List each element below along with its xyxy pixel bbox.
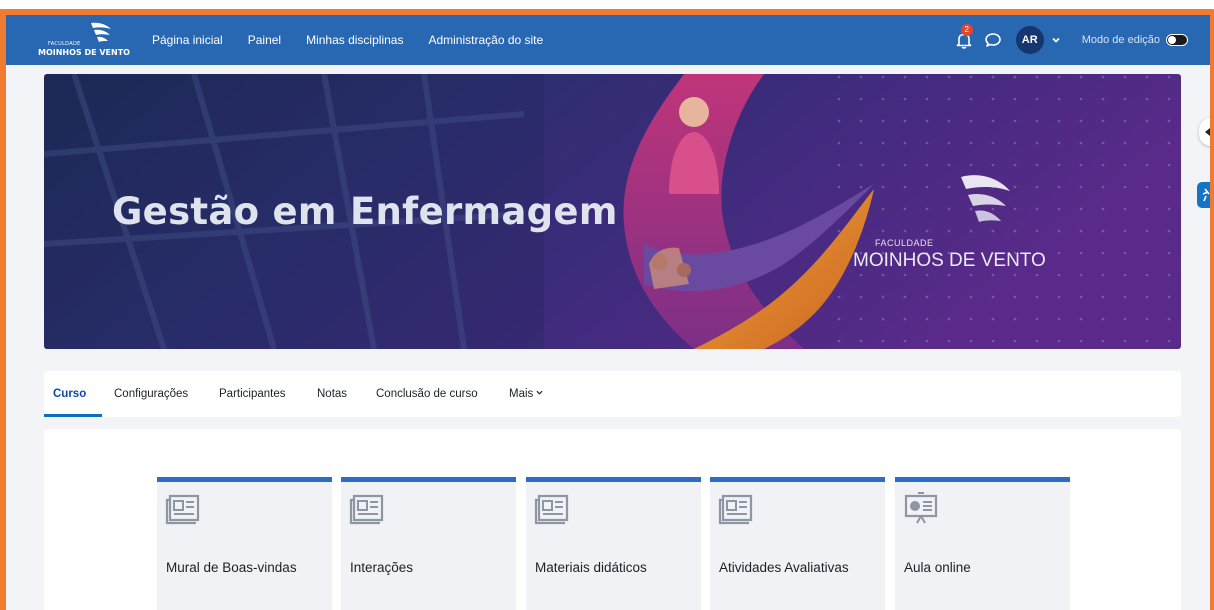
banner-logo-small: FACULDADE xyxy=(875,238,934,248)
forum-icon xyxy=(349,494,384,525)
accessibility-button[interactable] xyxy=(1197,182,1210,208)
banner-logo-name: MOINHOS DE VENTO xyxy=(853,250,1046,271)
drawer-toggle-button[interactable] xyxy=(1199,118,1210,146)
forum-icon xyxy=(718,494,753,525)
section-card-aula-online[interactable]: Aula online xyxy=(895,477,1070,610)
tab-curso[interactable]: Curso xyxy=(53,388,86,400)
site-logo[interactable]: FACULDADE MOINHOS DE VENTO xyxy=(36,17,146,63)
section-card-materiais[interactable]: Materiais didáticos xyxy=(526,477,701,610)
chevron-down-icon[interactable] xyxy=(1050,34,1062,46)
tab-mais-label: Mais xyxy=(509,388,534,400)
section-title: Interações xyxy=(350,560,414,575)
section-card-atividades[interactable]: Atividades Avaliativas xyxy=(710,477,885,610)
brand-small-text: FACULDADE xyxy=(48,41,81,47)
section-title: Atividades Avaliativas xyxy=(719,560,849,575)
forum-icon xyxy=(534,494,569,525)
edit-mode-toggle[interactable] xyxy=(1166,34,1188,46)
moodle-course-page: FACULDADE MOINHOS DE VENTO Página inicia… xyxy=(6,15,1210,610)
section-card-mural[interactable]: Mural de Boas-vindas xyxy=(157,477,332,610)
wing-logo-icon xyxy=(961,175,1010,222)
section-title: Aula online xyxy=(904,560,971,575)
course-title: Gestão em Enfermagem xyxy=(112,190,618,233)
tab-notas[interactable]: Notas xyxy=(317,388,347,400)
brand-name: MOINHOS DE VENTO xyxy=(38,48,130,57)
forum-icon xyxy=(165,494,200,525)
accessibility-icon xyxy=(1202,188,1210,202)
tab-conclusao-de-curso[interactable]: Conclusão de curso xyxy=(376,388,478,400)
tab-configuracoes[interactable]: Configurações xyxy=(114,388,188,400)
section-title: Materiais didáticos xyxy=(535,560,647,575)
edit-mode-label: Modo de edição xyxy=(1081,34,1160,46)
messages-icon[interactable] xyxy=(984,31,1002,49)
nav-link-my-courses[interactable]: Minhas disciplinas xyxy=(306,33,403,47)
nav-link-dashboard[interactable]: Painel xyxy=(248,33,281,47)
user-avatar[interactable]: AR xyxy=(1015,26,1044,54)
chevron-down-icon xyxy=(536,390,543,395)
notification-count-badge: 2 xyxy=(960,24,973,36)
tab-mais[interactable]: Mais xyxy=(509,388,543,400)
user-controls: 2 AR Modo de edição xyxy=(954,15,1188,65)
nav-link-home[interactable]: Página inicial xyxy=(152,33,223,47)
nav-link-site-admin[interactable]: Administração do site xyxy=(428,33,543,47)
active-tab-indicator xyxy=(44,414,102,417)
presentation-icon xyxy=(904,492,938,524)
frame-border-right xyxy=(1210,14,1214,610)
top-navbar: FACULDADE MOINHOS DE VENTO Página inicia… xyxy=(6,15,1210,65)
section-card-interacoes[interactable]: Interações xyxy=(341,477,516,610)
wing-logo-icon xyxy=(91,22,111,42)
primary-navigation: Página inicial Painel Minhas disciplinas… xyxy=(152,15,568,65)
section-title: Mural de Boas-vindas xyxy=(166,560,297,575)
course-banner: Gestão em Enfermagem FACULDADE MOINHOS D… xyxy=(44,74,1181,349)
course-navigation-tabs: Curso Configurações Participantes Notas … xyxy=(44,371,1181,417)
tab-participantes[interactable]: Participantes xyxy=(219,388,285,400)
notifications-button[interactable]: 2 xyxy=(954,24,974,50)
course-sections: Mural de Boas-vindas Interações Materiai… xyxy=(44,429,1181,610)
